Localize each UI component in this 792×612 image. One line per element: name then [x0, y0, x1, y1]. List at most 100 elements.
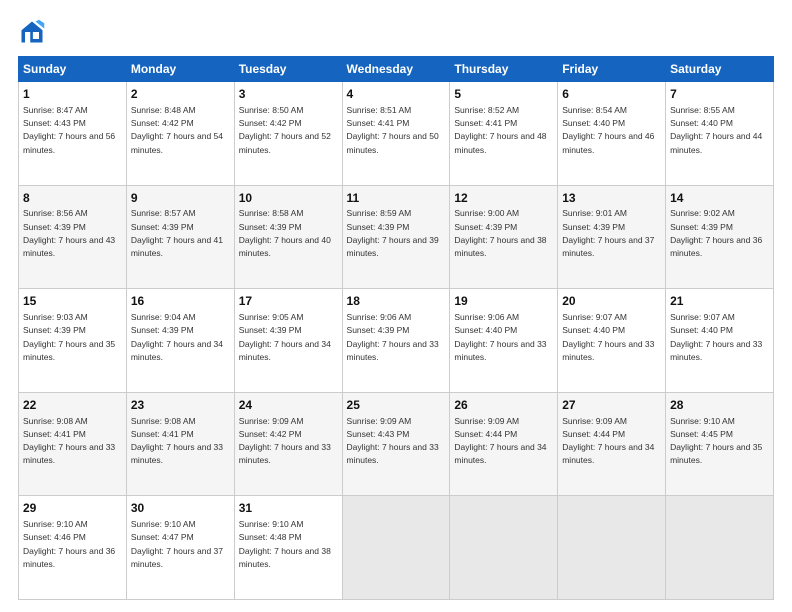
day-number: 31: [239, 500, 338, 517]
day-number: 20: [562, 293, 661, 310]
day-cell: [342, 496, 450, 600]
day-detail: Sunrise: 9:09 AMSunset: 4:44 PMDaylight:…: [562, 416, 654, 466]
day-cell: [450, 496, 558, 600]
day-detail: Sunrise: 9:07 AMSunset: 4:40 PMDaylight:…: [670, 312, 762, 362]
col-header-saturday: Saturday: [666, 57, 774, 82]
day-number: 25: [347, 397, 446, 414]
day-cell: 21Sunrise: 9:07 AMSunset: 4:40 PMDayligh…: [666, 289, 774, 393]
day-detail: Sunrise: 9:08 AMSunset: 4:41 PMDaylight:…: [131, 416, 223, 466]
day-cell: 1 Sunrise: 8:47 AMSunset: 4:43 PMDaylight…: [19, 82, 127, 186]
day-cell: [558, 496, 666, 600]
day-cell: 29 Sunrise: 9:10 AMSunset: 4:46 PMDayligh…: [19, 496, 127, 600]
week-row-3: 15 Sunrise: 9:03 AMSunset: 4:39 PMDayligh…: [19, 289, 774, 393]
day-detail: Sunrise: 9:04 AMSunset: 4:39 PMDaylight:…: [131, 312, 223, 362]
day-detail: Sunrise: 8:57 AMSunset: 4:39 PMDaylight:…: [131, 208, 223, 258]
day-cell: 8Sunrise: 8:56 AMSunset: 4:39 PMDaylight…: [19, 185, 127, 289]
day-cell: 19 Sunrise: 9:06 AMSunset: 4:40 PMDayligh…: [450, 289, 558, 393]
day-detail: Sunrise: 9:06 AMSunset: 4:39 PMDaylight:…: [347, 312, 439, 362]
day-number: 4: [347, 86, 446, 103]
col-header-monday: Monday: [126, 57, 234, 82]
col-header-sunday: Sunday: [19, 57, 127, 82]
day-detail: Sunrise: 8:47 AMSunset: 4:43 PMDaylight:…: [23, 105, 115, 155]
day-number: 2: [131, 86, 230, 103]
day-number: 18: [347, 293, 446, 310]
header: [18, 18, 774, 46]
day-number: 11: [347, 190, 446, 207]
week-row-4: 22 Sunrise: 9:08 AMSunset: 4:41 PMDayligh…: [19, 392, 774, 496]
day-cell: 31 Sunrise: 9:10 AMSunset: 4:48 PMDayligh…: [234, 496, 342, 600]
day-cell: 7Sunrise: 8:55 AMSunset: 4:40 PMDaylight…: [666, 82, 774, 186]
day-cell: 10Sunrise: 8:58 AMSunset: 4:39 PMDayligh…: [234, 185, 342, 289]
day-detail: Sunrise: 8:52 AMSunset: 4:41 PMDaylight:…: [454, 105, 546, 155]
day-detail: Sunrise: 8:58 AMSunset: 4:39 PMDaylight:…: [239, 208, 331, 258]
day-cell: 20 Sunrise: 9:07 AMSunset: 4:40 PMDayligh…: [558, 289, 666, 393]
day-cell: 25 Sunrise: 9:09 AMSunset: 4:43 PMDayligh…: [342, 392, 450, 496]
day-cell: 12Sunrise: 9:00 AMSunset: 4:39 PMDayligh…: [450, 185, 558, 289]
day-detail: Sunrise: 9:10 AMSunset: 4:47 PMDaylight:…: [131, 519, 223, 569]
day-number: 26: [454, 397, 553, 414]
day-cell: 17Sunrise: 9:05 AMSunset: 4:39 PMDayligh…: [234, 289, 342, 393]
day-detail: Sunrise: 8:54 AMSunset: 4:40 PMDaylight:…: [562, 105, 654, 155]
day-number: 12: [454, 190, 553, 207]
day-number: 8: [23, 190, 122, 207]
day-cell: 22 Sunrise: 9:08 AMSunset: 4:41 PMDayligh…: [19, 392, 127, 496]
header-row: SundayMondayTuesdayWednesdayThursdayFrid…: [19, 57, 774, 82]
day-cell: [666, 496, 774, 600]
col-header-friday: Friday: [558, 57, 666, 82]
day-detail: Sunrise: 9:09 AMSunset: 4:43 PMDaylight:…: [347, 416, 439, 466]
day-cell: 3Sunrise: 8:50 AMSunset: 4:42 PMDaylight…: [234, 82, 342, 186]
day-cell: 9Sunrise: 8:57 AMSunset: 4:39 PMDaylight…: [126, 185, 234, 289]
day-number: 1: [23, 86, 122, 103]
day-detail: Sunrise: 9:08 AMSunset: 4:41 PMDaylight:…: [23, 416, 115, 466]
day-cell: 18 Sunrise: 9:06 AMSunset: 4:39 PMDayligh…: [342, 289, 450, 393]
day-number: 23: [131, 397, 230, 414]
day-detail: Sunrise: 8:48 AMSunset: 4:42 PMDaylight:…: [131, 105, 223, 155]
day-cell: 16 Sunrise: 9:04 AMSunset: 4:39 PMDayligh…: [126, 289, 234, 393]
week-row-5: 29 Sunrise: 9:10 AMSunset: 4:46 PMDayligh…: [19, 496, 774, 600]
day-detail: Sunrise: 9:02 AMSunset: 4:39 PMDaylight:…: [670, 208, 762, 258]
col-header-tuesday: Tuesday: [234, 57, 342, 82]
day-number: 22: [23, 397, 122, 414]
day-cell: 13Sunrise: 9:01 AMSunset: 4:39 PMDayligh…: [558, 185, 666, 289]
day-cell: 4 Sunrise: 8:51 AMSunset: 4:41 PMDaylight…: [342, 82, 450, 186]
day-number: 27: [562, 397, 661, 414]
logo: [18, 18, 48, 46]
day-number: 16: [131, 293, 230, 310]
day-cell: 14Sunrise: 9:02 AMSunset: 4:39 PMDayligh…: [666, 185, 774, 289]
day-detail: Sunrise: 9:09 AMSunset: 4:42 PMDaylight:…: [239, 416, 331, 466]
day-detail: Sunrise: 9:00 AMSunset: 4:39 PMDaylight:…: [454, 208, 546, 258]
week-row-1: 1 Sunrise: 8:47 AMSunset: 4:43 PMDaylight…: [19, 82, 774, 186]
day-number: 7: [670, 86, 769, 103]
day-number: 15: [23, 293, 122, 310]
day-detail: Sunrise: 9:10 AMSunset: 4:48 PMDaylight:…: [239, 519, 331, 569]
day-detail: Sunrise: 9:01 AMSunset: 4:39 PMDaylight:…: [562, 208, 654, 258]
day-number: 13: [562, 190, 661, 207]
day-cell: 26Sunrise: 9:09 AMSunset: 4:44 PMDayligh…: [450, 392, 558, 496]
day-detail: Sunrise: 8:51 AMSunset: 4:41 PMDaylight:…: [347, 105, 439, 155]
day-number: 14: [670, 190, 769, 207]
day-number: 29: [23, 500, 122, 517]
day-number: 28: [670, 397, 769, 414]
day-cell: 28 Sunrise: 9:10 AMSunset: 4:45 PMDayligh…: [666, 392, 774, 496]
day-cell: 15 Sunrise: 9:03 AMSunset: 4:39 PMDayligh…: [19, 289, 127, 393]
week-row-2: 8Sunrise: 8:56 AMSunset: 4:39 PMDaylight…: [19, 185, 774, 289]
day-number: 10: [239, 190, 338, 207]
col-header-thursday: Thursday: [450, 57, 558, 82]
day-detail: Sunrise: 9:07 AMSunset: 4:40 PMDaylight:…: [562, 312, 654, 362]
day-number: 30: [131, 500, 230, 517]
day-detail: Sunrise: 9:10 AMSunset: 4:46 PMDaylight:…: [23, 519, 115, 569]
day-detail: Sunrise: 9:06 AMSunset: 4:40 PMDaylight:…: [454, 312, 546, 362]
day-detail: Sunrise: 9:10 AMSunset: 4:45 PMDaylight:…: [670, 416, 762, 466]
calendar-table: SundayMondayTuesdayWednesdayThursdayFrid…: [18, 56, 774, 600]
day-number: 9: [131, 190, 230, 207]
day-cell: 5 Sunrise: 8:52 AMSunset: 4:41 PMDaylight…: [450, 82, 558, 186]
logo-icon: [18, 18, 46, 46]
day-number: 19: [454, 293, 553, 310]
day-cell: 2 Sunrise: 8:48 AMSunset: 4:42 PMDaylight…: [126, 82, 234, 186]
day-number: 3: [239, 86, 338, 103]
day-detail: Sunrise: 8:56 AMSunset: 4:39 PMDaylight:…: [23, 208, 115, 258]
page: SundayMondayTuesdayWednesdayThursdayFrid…: [0, 0, 792, 612]
day-cell: 27 Sunrise: 9:09 AMSunset: 4:44 PMDayligh…: [558, 392, 666, 496]
day-number: 5: [454, 86, 553, 103]
day-detail: Sunrise: 9:03 AMSunset: 4:39 PMDaylight:…: [23, 312, 115, 362]
